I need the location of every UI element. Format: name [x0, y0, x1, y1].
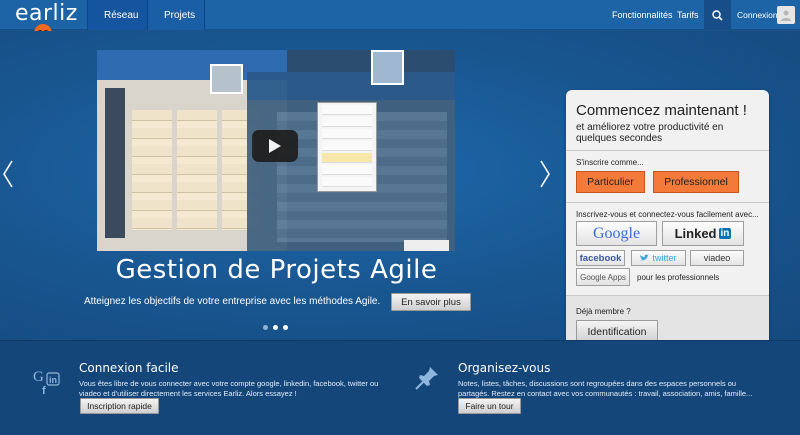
- carousel-dot[interactable]: [283, 325, 288, 330]
- search-button[interactable]: [704, 0, 731, 30]
- linkedin-in-logo: in: [718, 228, 732, 239]
- chevron-left-icon[interactable]: [2, 159, 14, 189]
- hero-carousel: Gestion de Projets Agile Atteignez les o…: [0, 31, 800, 359]
- image-thumbnail: [371, 50, 404, 85]
- google-logo: Google: [592, 224, 641, 242]
- tab-projets[interactable]: Projets: [148, 0, 205, 30]
- svg-text:G: G: [33, 369, 44, 385]
- logo[interactable]: earliz: [15, 1, 78, 26]
- link-tarifs[interactable]: Tarifs: [677, 0, 699, 30]
- carousel-dots: [263, 325, 288, 330]
- tab-projets-label: Projets: [164, 9, 196, 21]
- signup-title: Commencez maintenant !: [576, 102, 747, 119]
- twitter-label: twitter: [652, 253, 677, 263]
- feature-text-connexion: Vous êtes libre de vous connecter avec v…: [79, 379, 379, 398]
- twitter-bird-icon: [640, 254, 650, 261]
- take-tour-button[interactable]: Faire un tour: [458, 398, 521, 414]
- svg-text:in: in: [49, 375, 57, 385]
- social-prompt: Inscrivez-vous et connectez-vous facilem…: [576, 210, 759, 219]
- signup-as-label: S'inscrire comme...: [576, 158, 644, 167]
- features-section: G in f Connexion facile Vous êtes libre …: [0, 340, 800, 435]
- user-avatar-icon[interactable]: [777, 6, 795, 24]
- tab-reseau[interactable]: Réseau: [87, 0, 148, 30]
- app-dialog: [404, 240, 449, 251]
- linkedin-login-button[interactable]: Linked in: [662, 221, 744, 246]
- link-fonctionnalites[interactable]: Fonctionnalités: [612, 0, 673, 30]
- social-login-icon: G in f: [33, 369, 60, 395]
- pros-note: pour les professionnels: [637, 273, 720, 282]
- feature-title-connexion: Connexion facile: [79, 361, 179, 375]
- twitter-login-button[interactable]: twitter: [631, 250, 686, 266]
- particulier-button[interactable]: Particulier: [576, 171, 645, 193]
- play-button[interactable]: [252, 130, 298, 162]
- svg-text:f: f: [42, 385, 46, 395]
- app-popup: [317, 102, 377, 192]
- quick-signup-button[interactable]: Inscription rapide: [80, 398, 159, 414]
- hero-title: Gestion de Projets Agile: [115, 255, 438, 285]
- top-navbar: earliz Réseau Projets Fonctionnalités Ta…: [0, 0, 800, 30]
- hero-subtitle: Atteignez les objectifs de votre entrepr…: [84, 296, 381, 307]
- play-icon: [269, 139, 281, 153]
- signup-panel: Commencez maintenant ! et améliorez votr…: [566, 90, 769, 359]
- feature-text-organisez: Notes, listes, tâches, discussions sont …: [458, 379, 753, 398]
- viadeo-login-button[interactable]: viadeo: [690, 250, 744, 266]
- search-icon: [712, 9, 723, 21]
- video-player[interactable]: [97, 50, 455, 251]
- carousel-dot-active[interactable]: [273, 325, 278, 330]
- feature-title-organisez: Organisez-vous: [458, 361, 551, 375]
- avatar-thumbnail: [210, 64, 243, 94]
- linkedin-logo: Linked: [674, 226, 717, 241]
- carousel-dot[interactable]: [263, 325, 268, 330]
- learn-more-button[interactable]: En savoir plus: [391, 293, 471, 311]
- pushpin-icon: [415, 367, 438, 390]
- link-connexion[interactable]: Connexion: [737, 0, 778, 30]
- tab-reseau-label: Réseau: [104, 9, 139, 21]
- already-member-label: Déjà membre ?: [576, 307, 631, 316]
- professionnel-button[interactable]: Professionnel: [653, 171, 739, 193]
- google-apps-login-button[interactable]: Google Apps: [576, 268, 630, 286]
- signup-subtitle: et améliorez votre productivité en quelq…: [576, 122, 724, 144]
- facebook-login-button[interactable]: facebook: [576, 250, 625, 266]
- chevron-right-icon[interactable]: [539, 159, 551, 189]
- google-login-button[interactable]: Google: [576, 221, 657, 246]
